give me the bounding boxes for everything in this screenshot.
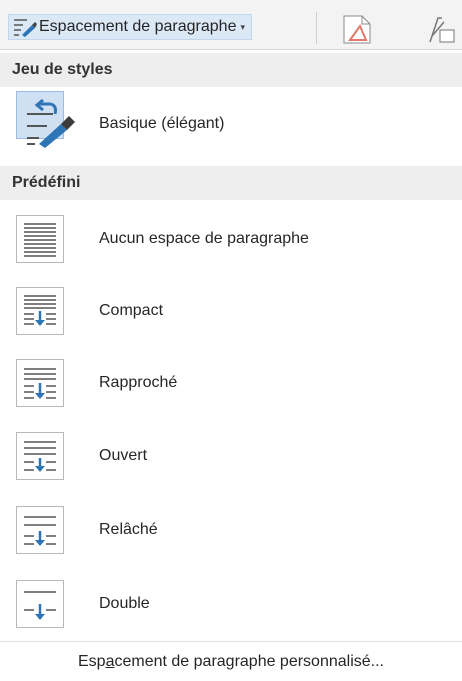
no-spacing-icon	[16, 215, 64, 263]
custom-label-suffix: cement de paragraphe personnalisé...	[114, 652, 384, 670]
relaxed-spacing-icon	[16, 506, 64, 554]
page-color-icon[interactable]	[340, 14, 374, 44]
tight-thumbnail	[16, 359, 64, 407]
dropdown-label: Espacement de paragraphe	[39, 18, 237, 35]
open-spacing-icon	[16, 432, 64, 480]
paragraph-spacing-dropdown[interactable]: Espacement de paragraphe ▾	[8, 14, 252, 40]
style-set-header: Jeu de styles	[0, 53, 462, 87]
tight-spacing-icon	[16, 359, 64, 407]
basique-elegant-thumbnail	[16, 91, 75, 148]
menu-item-label: Double	[99, 595, 150, 612]
menu-item-ouvert[interactable]: Ouvert	[0, 423, 462, 489]
compact-spacing-icon	[16, 287, 64, 335]
paragraph-spacing-brush-icon	[27, 98, 75, 148]
ribbon-separator	[316, 12, 317, 44]
predefined-header: Prédéfini	[0, 166, 462, 200]
menu-item-label: Ouvert	[99, 447, 148, 464]
menu-item-relache[interactable]: Relâché	[0, 497, 462, 563]
open-thumbnail	[16, 432, 64, 480]
menu-item-label: Relâché	[99, 521, 158, 538]
menu-item-compact[interactable]: Compact	[0, 278, 462, 344]
chevron-down-icon: ▾	[240, 21, 245, 32]
menu-item-label: Rapproché	[99, 374, 178, 391]
ribbon-bar: Espacement de paragraphe ▾	[0, 0, 462, 50]
menu-item-double[interactable]: Double	[0, 571, 462, 637]
double-thumbnail	[16, 580, 64, 628]
menu-item-label: Compact	[99, 302, 164, 319]
custom-label-access-key: a	[105, 652, 115, 670]
menu-item-label: Aucun espace de paragraphe	[99, 230, 309, 247]
custom-paragraph-spacing-button[interactable]: Esp a cement de paragraphe personnalisé...	[0, 642, 462, 681]
menu-item-basique-elegant[interactable]: Basique (élégant)	[0, 91, 462, 157]
relaxed-thumbnail	[16, 506, 64, 554]
compact-thumbnail	[16, 287, 64, 335]
no-spacing-thumbnail	[16, 215, 64, 263]
paragraph-spacing-icon	[14, 19, 37, 37]
double-spacing-icon	[16, 580, 64, 628]
custom-label-prefix: Esp	[78, 652, 106, 670]
menu-item-aucun-espace[interactable]: Aucun espace de paragraphe	[0, 206, 462, 272]
page-borders-icon[interactable]	[428, 14, 462, 44]
menu-item-rapproche[interactable]: Rapproché	[0, 350, 462, 416]
menu-item-label: Basique (élégant)	[99, 115, 225, 132]
